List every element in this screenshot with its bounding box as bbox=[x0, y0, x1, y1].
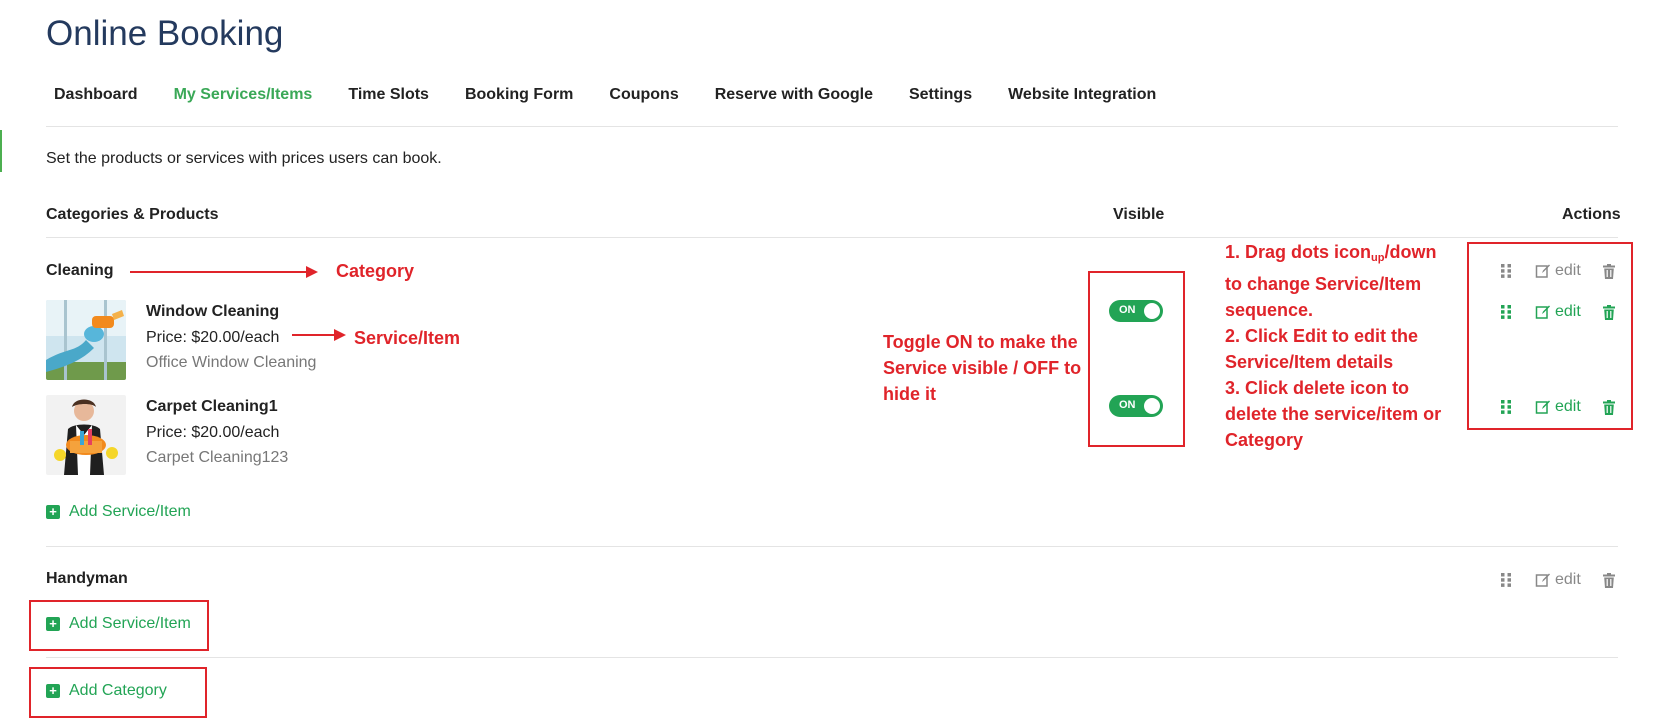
annotation-arrowhead-service-item bbox=[334, 329, 346, 341]
annotation-category-label: Category bbox=[336, 261, 415, 281]
annotation-arrow-category bbox=[130, 271, 308, 273]
annotation-box-add-service-item bbox=[29, 600, 209, 651]
annotation-box-visible-toggles bbox=[1088, 271, 1185, 447]
item-name-carpet-cleaning: Carpet Cleaning1 bbox=[146, 398, 278, 415]
tab-my-services-items[interactable]: My Services/Items bbox=[166, 86, 321, 104]
annotation-actions-line-3: sequence. bbox=[1225, 300, 1314, 320]
edit-label: edit bbox=[1555, 571, 1581, 588]
page-title: Online Booking bbox=[46, 14, 284, 53]
tab-coupons[interactable]: Coupons bbox=[601, 86, 686, 104]
column-header-visible: Visible bbox=[1113, 206, 1165, 223]
annotation-toggle-line-3: hide it bbox=[883, 384, 936, 404]
edit-icon bbox=[1535, 573, 1550, 587]
annotation-actions-text: 1. Drag dots iconup/down to change Servi… bbox=[1225, 239, 1441, 453]
annotation-toggle-line-1: Toggle ON to make the bbox=[883, 332, 1078, 352]
item-name-window-cleaning: Window Cleaning bbox=[146, 303, 280, 320]
plus-square-icon: + bbox=[46, 505, 60, 519]
annotation-actions-line-6: 3. Click delete icon to bbox=[1225, 378, 1410, 398]
annotation-toggle-line-2: Service visible / OFF to bbox=[883, 358, 1082, 378]
trash-icon[interactable] bbox=[1602, 572, 1615, 588]
tab-time-slots[interactable]: Time Slots bbox=[340, 86, 437, 104]
category-divider bbox=[46, 546, 1618, 547]
annotation-actions-line-5: Service/Item details bbox=[1225, 352, 1394, 372]
annotation-actions-line-8: Category bbox=[1225, 430, 1304, 450]
category-name-cleaning: Cleaning bbox=[46, 262, 114, 279]
tab-reserve-with-google[interactable]: Reserve with Google bbox=[707, 86, 881, 104]
annotation-arrowhead-category bbox=[306, 266, 318, 278]
annotation-toggle-text: Toggle ON to make the Service visible / … bbox=[883, 329, 1081, 407]
add-service-item-label: Add Service/Item bbox=[69, 503, 191, 520]
header-divider bbox=[46, 237, 1618, 238]
add-service-item-button-cleaning[interactable]: + Add Service/Item bbox=[46, 503, 191, 521]
annotation-arrow-service-item bbox=[292, 334, 336, 336]
main-tabs: Dashboard My Services/Items Time Slots B… bbox=[46, 86, 1184, 104]
edit-category-button[interactable]: edit bbox=[1535, 571, 1581, 589]
annotation-actions-line-7: delete the service/item or bbox=[1225, 404, 1442, 424]
category-actions-handyman: edit bbox=[1499, 571, 1615, 589]
item-description-carpet-cleaning: Carpet Cleaning123 bbox=[146, 449, 289, 466]
page-description: Set the products or services with prices… bbox=[46, 150, 442, 167]
item-price-window-cleaning: Price: $20.00/each bbox=[146, 329, 280, 346]
item-price-carpet-cleaning: Price: $20.00/each bbox=[146, 424, 280, 441]
item-description-window-cleaning: Office Window Cleaning bbox=[146, 354, 317, 371]
left-accent-bar bbox=[0, 130, 2, 172]
add-category-divider bbox=[46, 657, 1618, 658]
drag-dots-icon[interactable] bbox=[1499, 572, 1513, 588]
tab-dashboard[interactable]: Dashboard bbox=[46, 86, 146, 104]
column-header-actions: Actions bbox=[1562, 206, 1621, 223]
annotation-actions-line-4: 2. Click Edit to edit the bbox=[1225, 326, 1419, 346]
tabs-divider bbox=[46, 126, 1618, 127]
column-header-categories: Categories & Products bbox=[46, 206, 219, 223]
window-cleaning-thumbnail bbox=[46, 300, 126, 380]
annotation-box-actions bbox=[1467, 242, 1633, 430]
tab-booking-form[interactable]: Booking Form bbox=[457, 86, 581, 104]
annotation-box-add-category bbox=[29, 667, 207, 718]
annotation-actions-line-1: 1. Drag dots iconup/down bbox=[1225, 242, 1437, 264]
tab-website-integration[interactable]: Website Integration bbox=[1000, 86, 1164, 104]
carpet-cleaning-thumbnail bbox=[46, 395, 126, 475]
category-name-handyman: Handyman bbox=[46, 570, 128, 587]
annotation-actions-line-2: to change Service/Item bbox=[1225, 274, 1422, 294]
annotation-service-item-label: Service/Item bbox=[354, 328, 461, 348]
tab-settings[interactable]: Settings bbox=[901, 86, 980, 104]
